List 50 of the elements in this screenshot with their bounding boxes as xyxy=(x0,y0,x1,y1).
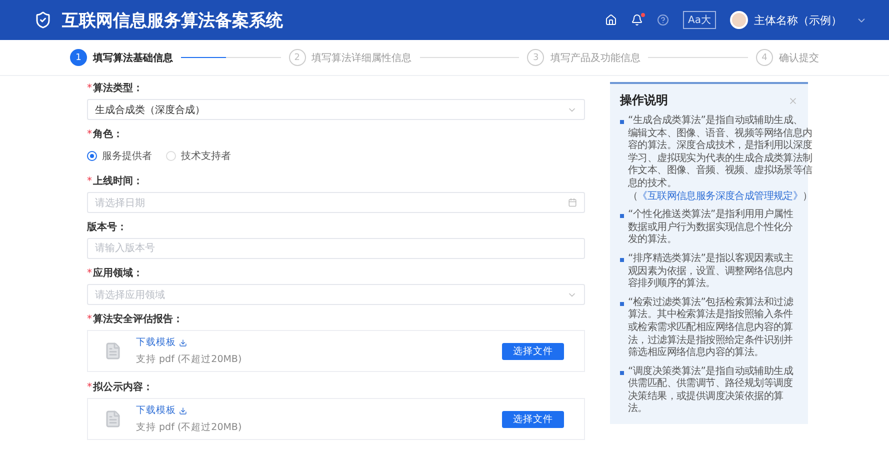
bullet-icon xyxy=(620,370,624,375)
font-size-toggle[interactable]: Aa大 xyxy=(683,11,716,29)
download-icon xyxy=(179,406,187,414)
regulation-link[interactable]: 《互联网信息服务深度合成管理规定》 xyxy=(638,190,803,202)
download-template-link[interactable]: 下载模板 xyxy=(136,336,187,349)
radio-option[interactable]: 服务提供者 xyxy=(87,149,152,163)
panel-title: 操作说明 xyxy=(620,92,668,109)
home-icon[interactable] xyxy=(605,14,618,26)
choose-file-button[interactable]: 选择文件 xyxy=(502,342,564,360)
file-icon xyxy=(104,410,122,428)
step-number: 3 xyxy=(527,49,544,66)
help-paragraph: “调度决策类算法”是指自动或辅助生成供需匹配、供需调节、路径规划等调度决策结果，或提供调度决策依据的算法。 xyxy=(628,366,794,416)
step-label: 填写算法详细属性信息 xyxy=(312,52,412,64)
step-label: 确认提交 xyxy=(779,52,820,64)
choose-file-button[interactable]: 选择文件 xyxy=(502,410,564,428)
download-icon xyxy=(179,338,187,346)
app-title: 互联网信息服务算法备案系统 xyxy=(62,10,284,32)
bullet-icon xyxy=(620,120,624,124)
bullet-icon xyxy=(620,302,624,306)
shield-icon xyxy=(34,11,52,29)
file-icon xyxy=(104,342,122,360)
step-number: 2 xyxy=(288,49,306,66)
field-label: 版本号： xyxy=(87,221,128,234)
field-label: *拟公示内容： xyxy=(87,381,154,394)
field-label: *角色： xyxy=(87,128,124,141)
upload-hint: 支持 pdf (不超过20MB) xyxy=(136,421,243,434)
field-label: *算法类型： xyxy=(87,82,144,95)
calendar-icon xyxy=(568,198,577,207)
help-paragraph: “排序精选类算法”是指以客观因素或主观因素为依据，设置、调整网络信息内容排列顺序的算法。 xyxy=(628,252,794,291)
field-label: *上线时间： xyxy=(87,175,144,188)
help-paragraph: “生成合成类算法”是指自动或辅助生成、编辑文本、图像、语音、视频等网络信息内容的算法。深度合成技术，是指利用以深度学习、虚拟现实为代表的生成合成类算法制作文本、图像、音频、视频、虚拟场景等信息的技术。（《互联网信息服务深度合成管理规定》） xyxy=(628,115,812,204)
radio-option[interactable]: 技术支持者 xyxy=(166,149,231,163)
field-label: *应用领域： xyxy=(87,267,144,280)
bullet-icon xyxy=(620,214,624,218)
download-template-link[interactable]: 下载模板 xyxy=(136,404,187,417)
step-label: 填写产品及功能信息 xyxy=(550,52,640,64)
help-paragraph: “检索过滤类算法”包括检索算法和过滤算法。其中检索算法是指按照输入条件或检索需求匹配相应网络信息内容的算法，过滤算法是指按照给定条件识别并筛选相应网络信息内容的算法。 xyxy=(628,296,794,360)
field-label: *算法安全评估报告： xyxy=(87,313,184,326)
step-label: 填写算法基础信息 xyxy=(93,52,173,64)
user-name[interactable]: 主体名称（示例） xyxy=(754,12,842,28)
step-number: 4 xyxy=(756,49,774,66)
select-field[interactable]: 生成合成类（深度合成） xyxy=(87,99,585,120)
upload-hint: 支持 pdf (不超过20MB) xyxy=(136,353,243,366)
avatar[interactable] xyxy=(730,11,748,29)
bell-icon[interactable] xyxy=(631,14,644,26)
step-number: 1 xyxy=(70,49,87,66)
input-field[interactable]: 请输入版本号 xyxy=(87,238,585,259)
bullet-icon xyxy=(620,258,624,262)
help-paragraph: “个性化推送类算法”是指利用用户属性数据或用户行为数据实现信息个性化分发的算法。 xyxy=(628,209,794,247)
help-icon[interactable] xyxy=(657,14,670,26)
